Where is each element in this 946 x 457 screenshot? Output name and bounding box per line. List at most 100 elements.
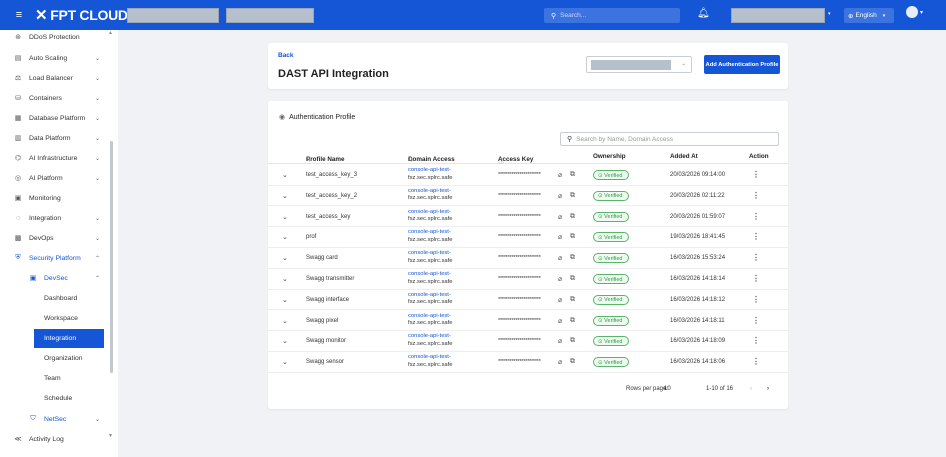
sidebar-scrollbar[interactable]	[110, 141, 113, 373]
expand-chevron-icon[interactable]: ⌄	[282, 213, 288, 221]
table-row[interactable]: ⌄ Swagg card console-api-test-fsz.sec.xplr…	[268, 248, 788, 269]
eye-off-icon[interactable]: ⌀	[558, 213, 562, 221]
top-bar: ≡ ✕ FPT CLOUD ⚲ Search... 🔔︎ ▾ ⊕ English…	[0, 0, 946, 30]
sidebar-item-netsec[interactable]: ⛉ NetSec ⌄	[0, 410, 110, 428]
workspace-select[interactable]: ⌄	[586, 56, 692, 73]
table-row[interactable]: ⌄ test_access_key_2 console-api-test-fsz.s…	[268, 186, 788, 207]
eye-off-icon[interactable]: ⌀	[558, 358, 562, 366]
table-row[interactable]: ⌄ Swagg monitor console-api-test-fsz.sec.x…	[268, 331, 788, 352]
expand-chevron-icon[interactable]: ⌄	[282, 275, 288, 283]
scroll-up-icon[interactable]: ▲	[108, 30, 113, 36]
more-actions-icon[interactable]: ⋮	[752, 295, 760, 304]
back-link[interactable]: Back	[278, 52, 294, 59]
copy-icon[interactable]: ⧉	[570, 337, 575, 345]
header-search-input[interactable]: ⚲ Search...	[544, 8, 680, 23]
more-actions-icon[interactable]: ⋮	[752, 232, 760, 241]
copy-icon[interactable]: ⧉	[570, 233, 575, 241]
avatar-caret-icon[interactable]: ▾	[920, 9, 923, 16]
sidebar-subitem-workspace[interactable]: Workspace	[0, 309, 110, 328]
table-row[interactable]: ⌄ Swagg transmitter console-api-test-fsz.s…	[268, 269, 788, 290]
domain-access[interactable]: console-api-test-fsz.sec.xplrc.safe	[408, 167, 452, 182]
eye-off-icon[interactable]: ⌀	[558, 254, 562, 262]
menu-icon[interactable]: ≡	[9, 9, 29, 21]
copy-icon[interactable]: ⧉	[570, 296, 575, 304]
scroll-down-icon[interactable]: ▼	[108, 433, 113, 439]
copy-icon[interactable]: ⧉	[570, 275, 575, 283]
sidebar-item-security-platform[interactable]: ⛨ Security Platform ⌃	[0, 249, 110, 267]
expand-chevron-icon[interactable]: ⌄	[282, 358, 288, 366]
table-row[interactable]: ⌄ test_access_key console-api-test-fsz.sec…	[268, 207, 788, 228]
eye-off-icon[interactable]: ⌀	[558, 171, 562, 179]
brand-logo[interactable]: ✕ FPT CLOUD	[35, 6, 128, 24]
sidebar-item-database-platform[interactable]: ▦ Database Platform ⌄	[0, 109, 110, 127]
table-row[interactable]: ⌄ Swagg sensor console-api-test-fsz.sec.xp…	[268, 352, 788, 373]
more-actions-icon[interactable]: ⋮	[752, 274, 760, 283]
domain-access[interactable]: console-api-test-fsz.sec.xplrc.safe	[408, 250, 452, 265]
expand-chevron-icon[interactable]: ⌄	[282, 192, 288, 200]
more-actions-icon[interactable]: ⋮	[752, 336, 760, 345]
sidebar-subitem-integration[interactable]: Integration	[34, 329, 104, 348]
expand-chevron-icon[interactable]: ⌄	[282, 317, 288, 325]
info-icon[interactable]: ⓘ	[498, 156, 504, 165]
add-authentication-profile-button[interactable]: Add Authentication Profile	[704, 55, 780, 74]
sidebar-subitem-dashboard[interactable]: Dashboard	[0, 289, 110, 308]
copy-icon[interactable]: ⧉	[570, 358, 575, 366]
copy-icon[interactable]: ⧉	[570, 254, 575, 262]
sidebar-item-monitoring[interactable]: ▣ Monitoring	[0, 189, 110, 207]
more-actions-icon[interactable]: ⋮	[752, 316, 760, 325]
more-actions-icon[interactable]: ⋮	[752, 357, 760, 366]
avatar[interactable]	[906, 6, 918, 18]
sidebar-item-data-platform[interactable]: ▥ Data Platform ⌄	[0, 129, 110, 147]
more-actions-icon[interactable]: ⋮	[752, 253, 760, 262]
sidebar-item-ddos-protection[interactable]: ⊛ DDoS Protection	[0, 30, 110, 46]
expand-chevron-icon[interactable]: ⌄	[282, 233, 288, 241]
domain-access[interactable]: console-api-test-fsz.sec.xplrc.safe	[408, 354, 452, 369]
table-row[interactable]: ⌄ test_access_key_3 console-api-test-fsz.s…	[268, 165, 788, 186]
eye-off-icon[interactable]: ⌀	[558, 317, 562, 325]
sidebar-subitem-schedule[interactable]: Schedule	[0, 389, 110, 408]
copy-icon[interactable]: ⧉	[570, 192, 575, 200]
sidebar-item-containers[interactable]: ⛁ Containers ⌄	[0, 89, 110, 107]
eye-off-icon[interactable]: ⌀	[558, 296, 562, 304]
expand-chevron-icon[interactable]: ⌄	[282, 254, 288, 262]
eye-off-icon[interactable]: ⌀	[558, 233, 562, 241]
domain-access[interactable]: console-api-test-fsz.sec.xplrc.safe	[408, 209, 452, 224]
prev-page-icon[interactable]: ‹	[750, 386, 752, 392]
sidebar-item-load-balancer[interactable]: ⚖ Load Balancer ⌄	[0, 69, 110, 87]
expand-chevron-icon[interactable]: ⌄	[282, 171, 288, 179]
sidebar-item-integration[interactable]: ◌ Integration ⌄	[0, 209, 110, 227]
domain-access[interactable]: console-api-test-fsz.sec.xplrc.safe	[408, 333, 452, 348]
sidebar-item-devops[interactable]: ▩ DevOps ⌄	[0, 229, 110, 247]
table-search-input[interactable]: ⚲ Search by Name, Domain Access	[560, 132, 779, 146]
sidebar-subitem-team[interactable]: Team	[0, 369, 110, 388]
sidebar-item-devsec[interactable]: ▣ DevSec ⌃	[0, 269, 110, 287]
language-selector[interactable]: ⊕ English ▾	[844, 8, 894, 23]
domain-access[interactable]: console-api-test-fsz.sec.xplrc.safe	[408, 313, 452, 328]
more-actions-icon[interactable]: ⋮	[752, 170, 760, 179]
domain-access[interactable]: console-api-test-fsz.sec.xplrc.safe	[408, 271, 452, 286]
eye-off-icon[interactable]: ⌀	[558, 192, 562, 200]
sidebar-item-activity-log[interactable]: ≪ Activity Log	[0, 430, 110, 448]
next-page-icon[interactable]: ›	[767, 386, 769, 392]
domain-access[interactable]: console-api-test-fsz.sec.xplrc.safe	[408, 188, 452, 203]
copy-icon[interactable]: ⧉	[570, 213, 575, 221]
sidebar-subitem-organization[interactable]: Organization	[0, 349, 110, 368]
eye-off-icon[interactable]: ⌀	[558, 275, 562, 283]
more-actions-icon[interactable]: ⋮	[752, 212, 760, 221]
domain-access[interactable]: console-api-test-fsz.sec.xplrc.safe	[408, 292, 452, 307]
table-row[interactable]: ⌄ prof console-api-test-fsz.sec.xplrc.safe…	[268, 227, 788, 248]
domain-access[interactable]: console-api-test-fsz.sec.xplrc.safe	[408, 229, 452, 244]
account-caret-icon[interactable]: ▾	[828, 11, 831, 17]
sidebar-item-auto-scaling[interactable]: ▤ Auto Scaling ⌄	[0, 49, 110, 67]
sidebar-item-ai-infrastructure[interactable]: ⌬ AI Infrastructure ⌄	[0, 149, 110, 167]
table-row[interactable]: ⌄ Swagg interface console-api-test-fsz.sec…	[268, 290, 788, 311]
more-actions-icon[interactable]: ⋮	[752, 191, 760, 200]
expand-chevron-icon[interactable]: ⌄	[282, 337, 288, 345]
eye-off-icon[interactable]: ⌀	[558, 337, 562, 345]
bell-icon[interactable]: 🔔︎	[697, 8, 710, 19]
copy-icon[interactable]: ⧉	[570, 317, 575, 325]
sidebar-item-ai-platform[interactable]: ◎ AI Platform ⌄	[0, 169, 110, 187]
expand-chevron-icon[interactable]: ⌄	[282, 296, 288, 304]
table-row[interactable]: ⌄ Swagg pixel console-api-test-fsz.sec.xpl…	[268, 311, 788, 332]
copy-icon[interactable]: ⧉	[570, 171, 575, 179]
